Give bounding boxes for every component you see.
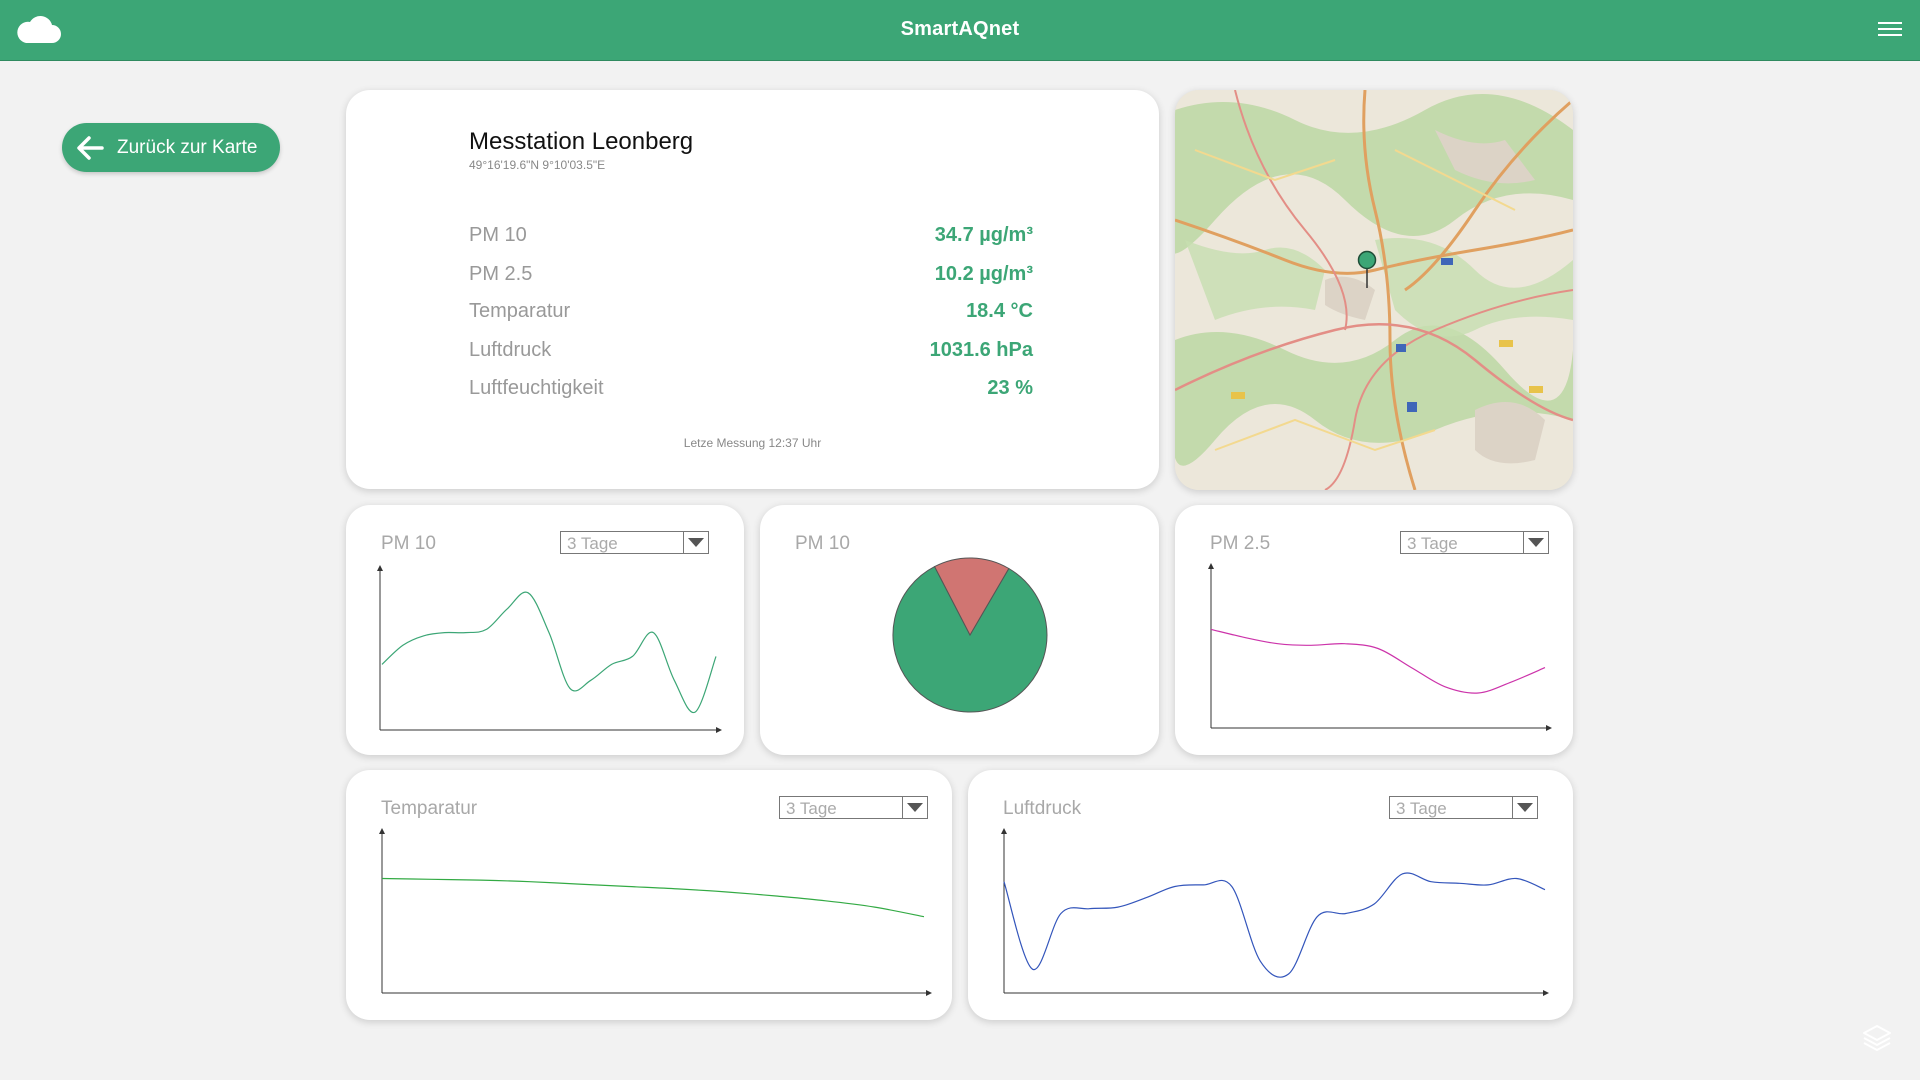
measurement-label-pm25: PM 2.5 [469,263,533,285]
hamburger-menu-icon[interactable] [1878,20,1902,43]
pm10-series-line [381,591,717,714]
station-info-card: Messtation Leonberg 49°16'19.6"N 9°10'03… [346,90,1159,489]
station-marker-icon[interactable] [1355,250,1379,290]
measurement-label-humidity: Luftfeuchtigkeit [469,377,604,399]
measurement-label-pm10: PM 10 [469,224,527,246]
pm10-pie-plot [892,557,1048,713]
x-axis [1004,990,1549,996]
temperature-line-chart-card: Temparatur 3 Tage [346,770,952,1020]
measurement-value-pm10: 34.7 µg/m³ [934,224,1033,246]
pressure-line-plot [1001,828,1549,996]
app-title: SmartAQnet [900,18,1020,40]
measurement-value-temperature: 18.4 °C [966,300,1033,322]
y-axis [1208,563,1214,728]
map-tiles [1175,90,1573,490]
last-measurement-time: Letze Messung 12:37 Uhr [683,436,822,450]
measurement-value-humidity: 23 % [987,377,1033,399]
pm10-pie-chart-card: PM 10 [760,505,1159,755]
temperature-series-line [381,877,925,918]
x-axis [380,727,722,733]
back-button-label: Zurück zur Karte [117,137,258,158]
x-axis [382,990,932,996]
pm25-line-plot [1208,563,1552,731]
back-to-map-button[interactable]: Zurück zur Karte [62,123,280,172]
layers-icon[interactable] [1862,1023,1892,1058]
pm10-line-plot [377,565,722,733]
measurement-label-pressure: Luftdruck [469,339,552,361]
top-app-bar: SmartAQnet [0,0,1920,61]
x-axis [1211,725,1552,731]
measurement-value-pressure: 1031.6 hPa [929,339,1033,361]
measurement-label-temperature: Temparatur [469,300,571,322]
station-map[interactable] [1175,90,1573,490]
y-axis [379,828,385,993]
measurement-value-pm25: 10.2 µg/m³ [934,263,1033,285]
pm25-series-line [1210,628,1546,694]
pm25-line-chart-card: PM 2.5 3 Tage [1175,505,1573,755]
temperature-line-plot [379,828,932,996]
y-axis [1001,828,1007,993]
station-coordinates: 49°16'19.6"N 9°10'03.5"E [469,158,606,172]
pressure-line-chart-card: Luftdruck 3 Tage [968,770,1573,1020]
pm10-line-chart-card: PM 10 3 Tage [346,505,744,755]
y-axis [377,565,383,730]
pressure-series-line [1003,872,1546,978]
arrow-left-icon [74,133,106,168]
station-name: Messtation Leonberg [469,128,694,155]
